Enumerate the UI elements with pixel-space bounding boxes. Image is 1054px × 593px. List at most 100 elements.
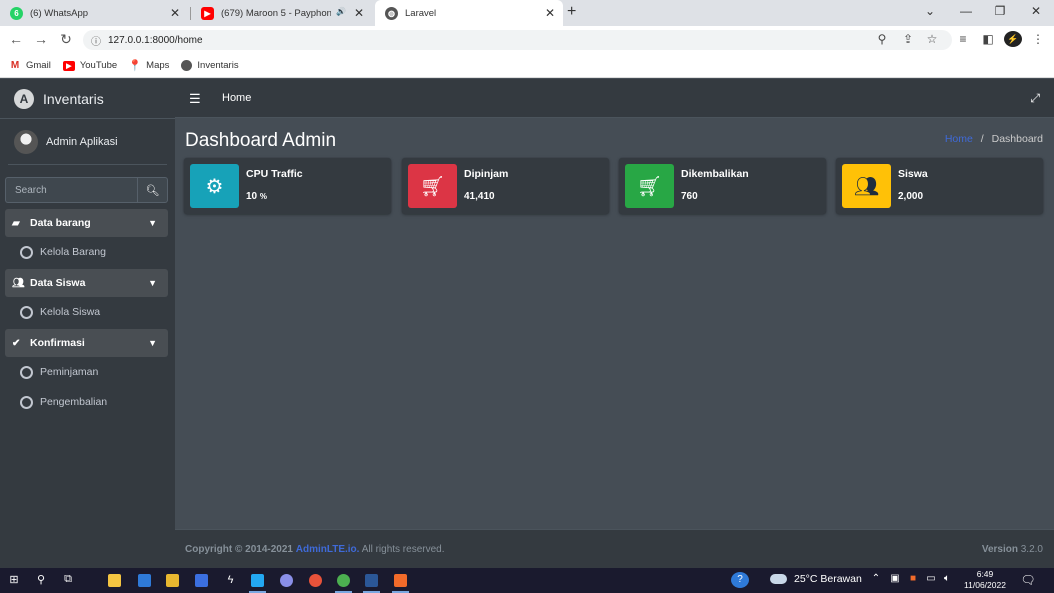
page-title: Dashboard Admin [185, 130, 337, 151]
close-tab-icon[interactable]: ✕ [170, 6, 180, 20]
close-tab-icon[interactable]: ✕ [354, 6, 364, 20]
store-icon[interactable] [166, 574, 179, 587]
bookmark-star-icon[interactable]: ☆ [924, 32, 940, 46]
search-icon[interactable]: ⚲ [33, 573, 49, 586]
bookmark-youtube[interactable]: ▶ YouTube [62, 60, 117, 71]
menu-item-kelola-barang[interactable]: Kelola Barang [20, 242, 106, 262]
close-window-button[interactable]: ✕ [1026, 4, 1046, 18]
vscode-icon[interactable] [249, 574, 266, 593]
xampp-icon[interactable] [392, 574, 409, 593]
whatsapp-icon: 6 [10, 6, 23, 20]
info-box-label: Siswa [898, 168, 928, 180]
menu-item-peminjaman[interactable]: Peminjaman [20, 362, 98, 382]
address-bar[interactable]: ⓘ 127.0.0.1:8000/home [83, 30, 952, 50]
lightning-app-icon[interactable]: ϟ [224, 574, 237, 587]
youtube-icon: ▶ [62, 60, 75, 71]
user-panel[interactable]: Admin Aplikasi [8, 119, 167, 165]
brand-text: Inventaris [43, 90, 104, 107]
volume-icon[interactable]: 🔈︎ [939, 573, 955, 584]
mail-icon[interactable] [138, 574, 151, 587]
menu-data-barang[interactable]: ▰ Data barang ▼ [5, 209, 168, 237]
reading-list-icon[interactable]: ≡ [955, 32, 971, 46]
chevron-down-icon: ▼ [148, 218, 157, 228]
menu-konfirmasi[interactable]: ✔ Konfirmasi ▼ [5, 329, 168, 357]
tab-title: (679) Maroon 5 - Payphone [221, 7, 331, 19]
search-input[interactable]: Search [5, 177, 137, 203]
users-icon: 👥︎ [842, 164, 891, 208]
search-button[interactable]: 🔍︎ [137, 177, 168, 203]
tab-youtube[interactable]: ▶ (679) Maroon 5 - Payphone 🔊 ✕ [191, 0, 372, 26]
share-icon[interactable]: ⇪ [900, 32, 916, 46]
back-icon[interactable]: ← [7, 31, 25, 47]
fullscreen-icon[interactable]: ⤢ [1030, 91, 1040, 106]
forward-icon[interactable]: → [32, 31, 50, 47]
bookmark-maps[interactable]: 📍 Maps [128, 60, 169, 72]
help-icon[interactable]: ? [731, 572, 749, 588]
xampp-tray-icon[interactable]: ■ [905, 573, 921, 584]
bookmark-gmail[interactable]: M Gmail [9, 60, 51, 71]
side-panel-icon[interactable]: ◧ [980, 32, 996, 46]
zoom-icon[interactable]: ⚲ [874, 32, 890, 46]
minimize-button[interactable]: — [956, 4, 976, 18]
maps-icon: 📍 [128, 60, 143, 72]
tab-title: (6) WhatsApp [30, 7, 89, 19]
notification-icon[interactable]: 🗨︎ [1020, 573, 1036, 587]
brand-link[interactable]: A Inventaris [0, 79, 175, 119]
close-tab-icon[interactable]: ✕ [545, 6, 555, 20]
nav-home-link[interactable]: Home [222, 92, 251, 104]
audio-icon[interactable]: 🔊 [336, 7, 346, 16]
breadcrumb-home-link[interactable]: Home [945, 133, 973, 145]
chrome-icon[interactable] [335, 574, 352, 593]
word-icon[interactable] [363, 574, 380, 593]
menu-item-label: Kelola Barang [40, 246, 106, 258]
taskbar-clock[interactable]: 6:49 11/06/2022 [960, 569, 1010, 591]
clock-date: 11/06/2022 [964, 580, 1006, 590]
file-explorer-icon[interactable] [108, 574, 121, 587]
maximize-button[interactable]: ❐ [990, 4, 1010, 18]
windows-taskbar: ⊞ ⚲ ⧉ ϟ ? 25°C Berawan ⌃ ▣ ■ ▭ 🔈︎ 6:49 1… [0, 568, 1054, 593]
tab-whatsapp[interactable]: 6 (6) WhatsApp ✕ [0, 0, 188, 26]
bookmark-inventaris[interactable]: Inventaris [181, 60, 239, 71]
menu-item-label: Peminjaman [40, 366, 99, 378]
search-icon: 🔍︎ [145, 184, 160, 197]
menu-item-kelola-siswa[interactable]: Kelola Siswa [20, 302, 100, 322]
menu-data-siswa[interactable]: 👥︎ Data Siswa ▼ [5, 269, 168, 297]
main-header: ☰ Home ⤢ [175, 79, 1054, 118]
clock-time: 6:49 [976, 569, 994, 579]
bookmarks-bar: M Gmail ▶ YouTube 📍 Maps Inventaris [0, 54, 1054, 78]
menu-label: Konfirmasi [30, 337, 85, 349]
battery-icon[interactable]: ▭ [923, 573, 939, 584]
info-box-value: 760 [681, 191, 698, 202]
circle-icon [20, 365, 33, 379]
chrome-alt-icon[interactable] [309, 574, 322, 587]
chevron-down-icon: ▼ [148, 338, 157, 348]
task-view-icon[interactable]: ⧉ [60, 573, 76, 586]
info-box-value: 41,410 [464, 191, 495, 202]
app-icon[interactable] [280, 574, 293, 587]
menu-kebab-icon[interactable]: ⋮ [1030, 32, 1046, 46]
hamburger-menu-icon[interactable]: ☰ [189, 91, 201, 107]
cart-icon: 🛒︎ [408, 164, 457, 208]
tab-laravel[interactable]: ◍ Laravel ✕ [375, 0, 563, 26]
info-icon[interactable]: ⓘ [91, 33, 101, 48]
sidebar-search: Search 🔍︎ [5, 177, 168, 203]
windows-start-icon[interactable]: ⊞ [6, 573, 22, 586]
weather-widget[interactable]: 25°C Berawan [770, 573, 862, 585]
new-tab-button[interactable]: + [567, 3, 576, 21]
info-box-value: 2,000 [898, 191, 924, 202]
chevron-up-icon[interactable]: ⌃ [868, 573, 884, 584]
info-box-dipinjam: 🛒︎ Dipinjam 41,410 [402, 158, 609, 214]
circle-icon [20, 395, 33, 409]
profile-avatar[interactable]: ⚡ [1004, 31, 1022, 47]
tab-search-button[interactable]: ⌄ [920, 4, 940, 18]
breadcrumb-separator: / [980, 133, 984, 145]
reload-icon[interactable]: ↻ [57, 31, 75, 48]
dropbox-icon[interactable] [195, 574, 208, 587]
footer-version: Version 3.2.0 [981, 544, 1043, 555]
tray-app-icon[interactable]: ▣ [887, 573, 903, 584]
cart-icon: 🛒︎ [625, 164, 674, 208]
menu-item-pengembalian[interactable]: Pengembalian [20, 392, 107, 412]
info-box-siswa: 👥︎ Siswa 2,000 [836, 158, 1043, 214]
gmail-icon: M [10, 60, 20, 71]
footer-brand-link[interactable]: AdminLTE.io. [296, 544, 360, 555]
